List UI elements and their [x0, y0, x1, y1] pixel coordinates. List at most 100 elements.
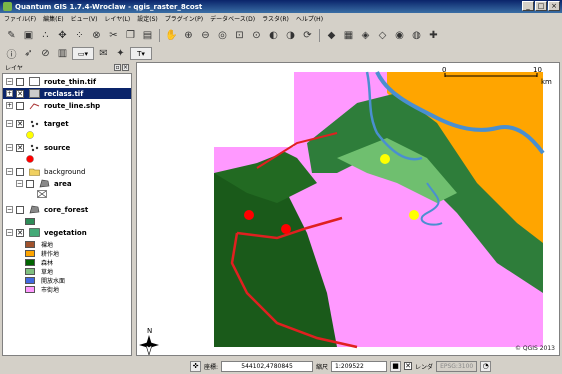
core-forest-symbol	[25, 217, 35, 225]
layer-route-line[interactable]: + route_line.shp	[3, 100, 131, 111]
map-tips-icon[interactable]: ✉	[96, 47, 111, 61]
expand-toggle[interactable]: −	[16, 180, 23, 187]
close-button[interactable]: ×	[548, 1, 560, 11]
menu-settings[interactable]: 設定(S)	[137, 14, 158, 23]
layer-visibility-checkbox[interactable]: ✕	[16, 119, 24, 128]
copy-features-icon[interactable]: ❐	[123, 28, 138, 42]
zoom-last-icon[interactable]: ◐	[266, 28, 281, 42]
layer-core-forest[interactable]: − core_forest	[3, 204, 131, 215]
zoom-full-icon[interactable]: ◎	[215, 28, 230, 42]
deselect-icon[interactable]: ⊘	[38, 47, 53, 61]
layer-visibility-checkbox[interactable]	[16, 101, 24, 110]
source-point[interactable]	[281, 224, 291, 234]
select-icon[interactable]: ➶	[21, 47, 36, 61]
maximize-button[interactable]: □	[535, 1, 547, 11]
add-postgis-icon[interactable]: ◈	[358, 28, 373, 42]
expand-toggle[interactable]: −	[6, 120, 13, 127]
layer-reclass[interactable]: + ✕ reclass.tif	[3, 88, 131, 99]
layer-vegetation[interactable]: − ✕ vegetation	[3, 227, 131, 238]
add-vector-icon[interactable]: ◆	[324, 28, 339, 42]
layer-visibility-checkbox[interactable]	[16, 77, 24, 86]
toggle-extents-icon[interactable]: ✜	[190, 360, 201, 372]
save-edits-icon[interactable]: ▣	[21, 28, 36, 42]
zoom-next-icon[interactable]: ◑	[283, 28, 298, 42]
menu-file[interactable]: ファイル(F)	[4, 14, 36, 23]
layer-route-thin[interactable]: − route_thin.tif	[3, 76, 131, 87]
menu-edit[interactable]: 編集(E)	[43, 14, 63, 23]
target-point[interactable]	[380, 154, 390, 164]
add-wfs-icon[interactable]: ◍	[409, 28, 424, 42]
menu-database[interactable]: データベース(D)	[210, 14, 255, 23]
legend-item: 森林	[25, 258, 54, 267]
identify-icon[interactable]: ⓘ	[4, 47, 19, 61]
paste-features-icon[interactable]: ▤	[140, 28, 155, 42]
pencil-icon[interactable]: ✎	[4, 28, 19, 42]
layer-group-background[interactable]: − background	[3, 166, 131, 177]
pan-hand-icon[interactable]: ✋	[164, 28, 179, 42]
layer-visibility-checkbox[interactable]: ✕	[16, 228, 24, 237]
zoom-in-icon[interactable]: ⊕	[181, 28, 196, 42]
add-raster-icon[interactable]: ▦	[341, 28, 356, 42]
expand-toggle[interactable]: −	[6, 78, 13, 85]
move-feature-icon[interactable]: ✥	[55, 28, 70, 42]
layers-panel-header: レイヤ ▫ ×	[2, 62, 132, 72]
text-annotation-dropdown[interactable]: T▾	[130, 47, 152, 60]
scale-field[interactable]: 1:209522	[331, 360, 388, 372]
map-canvas[interactable]: 0 10 km N © QGIS 2013	[136, 62, 560, 356]
legend-item: 開放水面	[25, 276, 65, 285]
expand-toggle[interactable]: −	[6, 168, 13, 175]
layer-target[interactable]: − ✕ target	[3, 118, 131, 129]
target-point[interactable]	[409, 210, 419, 220]
stop-render-icon[interactable]: ■	[390, 360, 402, 372]
expand-toggle[interactable]: −	[6, 206, 13, 213]
layer-visibility-checkbox[interactable]: ✕	[16, 143, 24, 152]
messages-icon[interactable]: ◔	[480, 360, 492, 372]
zoom-selection-icon[interactable]: ⊙	[249, 28, 264, 42]
node-tool-icon[interactable]: ⁘	[72, 28, 87, 42]
minimize-button[interactable]: _	[522, 1, 534, 11]
render-checkbox[interactable]: ✕	[404, 362, 413, 370]
layer-area[interactable]: − area	[13, 178, 131, 189]
refresh-icon[interactable]: ⟳	[300, 28, 315, 42]
delete-selected-icon[interactable]: ⊗	[89, 28, 104, 42]
add-wms-icon[interactable]: ◉	[392, 28, 407, 42]
close-panel-button[interactable]: ×	[122, 63, 129, 71]
source-point[interactable]	[244, 210, 254, 220]
layer-visibility-checkbox[interactable]	[26, 179, 34, 188]
menu-plugins[interactable]: プラグイン(P)	[165, 14, 203, 23]
core-forest-swatch	[25, 217, 35, 225]
cut-features-icon[interactable]: ✂	[106, 28, 121, 42]
legend-label: 森林	[41, 259, 54, 267]
expand-toggle[interactable]: +	[6, 102, 13, 109]
expand-toggle[interactable]: −	[6, 229, 13, 236]
menu-raster[interactable]: ラスタ(R)	[262, 14, 289, 23]
separator	[319, 28, 320, 42]
add-spatialite-icon[interactable]: ◇	[375, 28, 390, 42]
layer-visibility-checkbox[interactable]	[16, 205, 24, 214]
group-visibility-checkbox[interactable]	[16, 167, 24, 176]
expand-toggle[interactable]: +	[6, 90, 13, 97]
new-bookmark-icon[interactable]: ✦	[113, 47, 128, 61]
menu-help[interactable]: ヘルプ(H)	[296, 14, 323, 23]
capture-point-icon[interactable]: ∴	[38, 28, 53, 42]
float-panel-button[interactable]: ▫	[114, 63, 121, 71]
zoom-out-icon[interactable]: ⊖	[198, 28, 213, 42]
measure-dropdown[interactable]: ▭▾	[72, 47, 94, 60]
menu-layer[interactable]: レイヤ(L)	[104, 14, 130, 23]
legend-label: 裸地	[41, 241, 54, 249]
group-name: background	[44, 167, 86, 176]
scale-bar-unit: km	[541, 78, 552, 86]
legend-item: 草地	[25, 267, 53, 276]
crs-status-field[interactable]: EPSG:3100	[436, 360, 478, 372]
new-layer-icon[interactable]: ✚	[426, 28, 441, 42]
expand-toggle[interactable]: −	[6, 144, 13, 151]
zoom-layer-icon[interactable]: ⊡	[232, 28, 247, 42]
legend-item: 耕作地	[25, 249, 59, 258]
layer-visibility-checkbox[interactable]: ✕	[16, 89, 24, 98]
layer-source[interactable]: − ✕ source	[3, 142, 131, 153]
menu-view[interactable]: ビュー(V)	[71, 14, 98, 23]
no-data-area	[214, 72, 294, 147]
attribute-table-icon[interactable]: ▥	[55, 47, 70, 61]
legend-label: 市街地	[41, 286, 60, 294]
layer-name: reclass.tif	[44, 89, 84, 98]
